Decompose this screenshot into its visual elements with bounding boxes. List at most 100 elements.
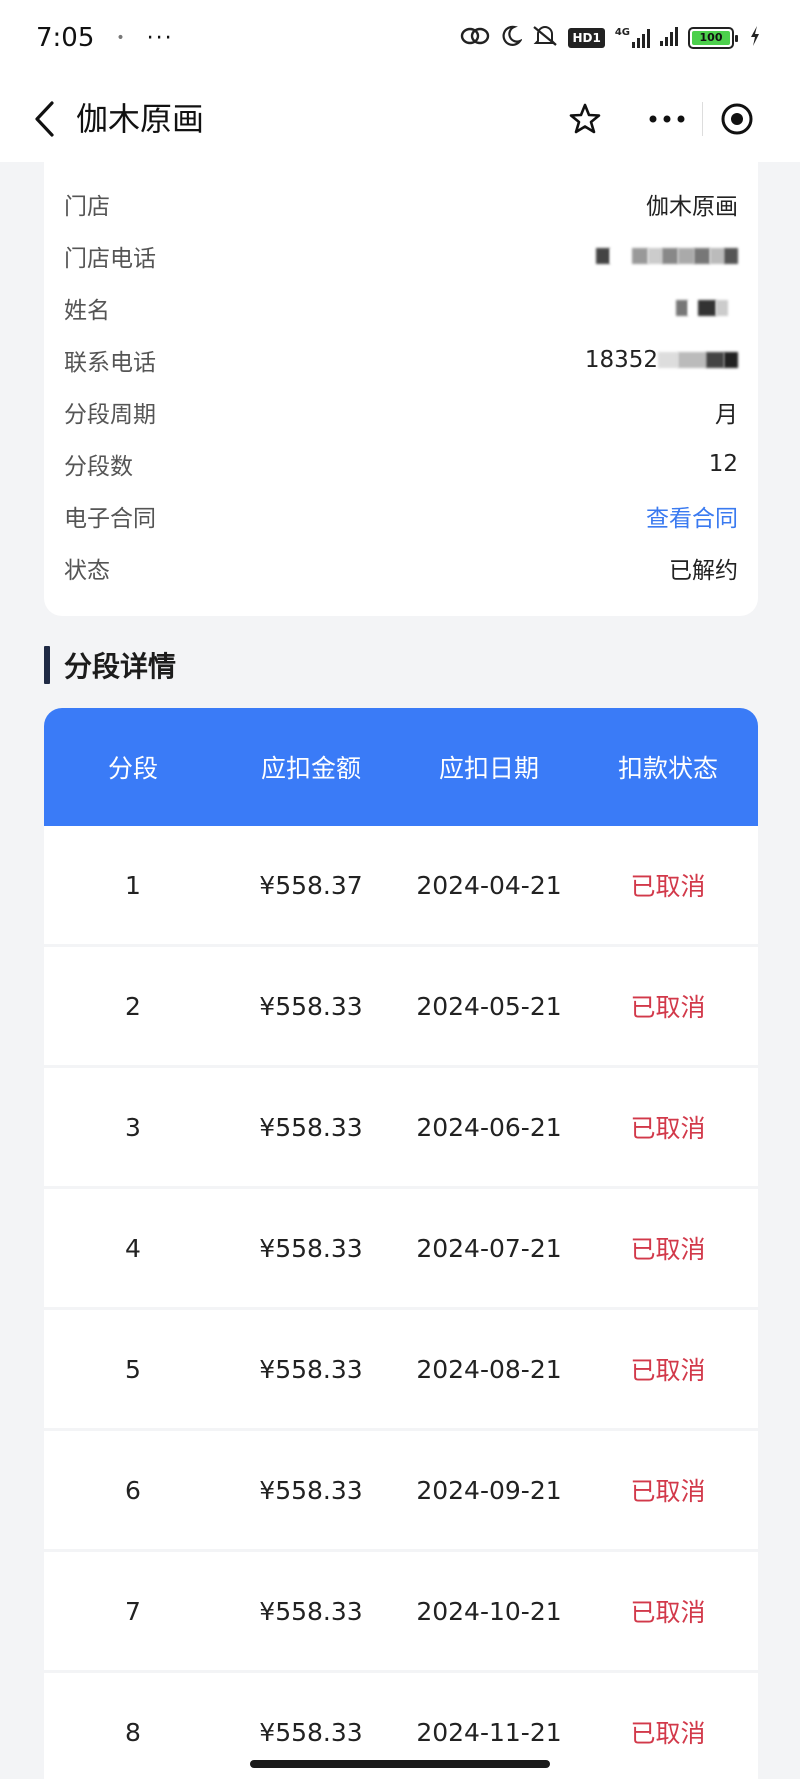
info-label: 电子合同: [64, 506, 156, 532]
info-value: 伽木原画: [646, 194, 738, 220]
info-label: 分段数: [64, 454, 133, 480]
installment-table: 分段 应扣金额 应扣日期 扣款状态 1 ¥558.37 2024-04-21 已…: [44, 708, 758, 1779]
signal-icon: [660, 26, 678, 51]
star-icon: [569, 103, 601, 134]
cell-date: 2024-07-21: [416, 1233, 562, 1263]
info-row-cycle: 分段周期 月: [64, 392, 738, 432]
cell-amount: ¥558.33: [259, 1112, 363, 1142]
status-bar: 7:05 • ··· HD1 4G 100: [0, 0, 800, 76]
cell-date: 2024-10-21: [416, 1596, 562, 1626]
table-row: 6 ¥558.33 2024-09-21 已取消: [44, 1431, 758, 1549]
cell-index: 2: [125, 991, 141, 1021]
info-row-store: 门店 伽木原画: [64, 184, 738, 224]
info-value: 18352: [584, 347, 658, 373]
cell-status: 已取消: [630, 1719, 706, 1748]
redacted-value: [676, 300, 728, 316]
section-title: 分段详情: [44, 646, 176, 684]
home-indicator[interactable]: [250, 1760, 550, 1768]
favorite-button[interactable]: [562, 96, 608, 142]
cell-status: 已取消: [630, 1235, 706, 1264]
header-cell: 应扣金额: [260, 754, 361, 783]
mute-icon: [532, 25, 558, 52]
redacted-value: [596, 248, 738, 264]
signal-icon: 4G: [615, 28, 650, 48]
table-row: 1 ¥558.37 2024-04-21 已取消: [44, 826, 758, 944]
cell-amount: ¥558.33: [259, 1354, 363, 1384]
info-label: 门店电话: [64, 246, 156, 272]
header-cell: 应扣日期: [438, 754, 539, 783]
view-contract-link[interactable]: 查看合同: [646, 499, 738, 533]
notification-dot-icon: •: [116, 30, 125, 46]
table-row: 7 ¥558.33 2024-10-21 已取消: [44, 1552, 758, 1670]
back-button[interactable]: [22, 96, 66, 142]
cell-amount: ¥558.37: [259, 870, 363, 900]
cell-index: 6: [125, 1475, 141, 1505]
network-label: 4G: [614, 27, 630, 38]
info-label: 门店: [64, 194, 110, 220]
cell-status: 已取消: [630, 1598, 706, 1627]
contract-info-card: 门店 伽木原画 门店电话 姓名 联系电话 18352 分段周期 月 分段数 12…: [44, 162, 758, 616]
cell-date: 2024-09-21: [416, 1475, 562, 1505]
cell-date: 2024-05-21: [416, 991, 562, 1021]
info-row-store-phone: 门店电话: [64, 236, 738, 276]
moon-icon: [500, 25, 524, 52]
status-left: 7:05 • ···: [36, 23, 174, 53]
cell-status: 已取消: [630, 993, 706, 1022]
header-cell: 扣款状态: [617, 754, 718, 783]
info-label: 姓名: [64, 298, 110, 324]
charging-icon: [750, 25, 760, 51]
info-value: 月: [715, 402, 738, 428]
cell-amount: ¥558.33: [259, 1233, 363, 1263]
header-cell: 分段: [107, 754, 158, 783]
close-miniprogram-button[interactable]: [703, 102, 773, 136]
cell-status: 已取消: [630, 1356, 706, 1385]
section-title-text: 分段详情: [64, 650, 177, 683]
battery-level: 100: [692, 31, 730, 45]
table-row: 3 ¥558.33 2024-06-21 已取消: [44, 1068, 758, 1186]
status-more-icon: ···: [146, 25, 174, 51]
cell-index: 5: [125, 1354, 141, 1384]
table-row: 5 ¥558.33 2024-08-21 已取消: [44, 1310, 758, 1428]
nav-bar: 伽木原画: [0, 76, 800, 162]
info-value: 12: [708, 451, 738, 477]
status-value: 已解约: [669, 558, 738, 584]
redacted-value: [658, 352, 738, 368]
target-icon: [721, 103, 753, 135]
cell-date: 2024-04-21: [416, 870, 562, 900]
info-row-contact-phone: 联系电话 18352: [64, 340, 738, 380]
cell-date: 2024-08-21: [416, 1354, 562, 1384]
table-row: 2 ¥558.33 2024-05-21 已取消: [44, 947, 758, 1065]
link-icon: [460, 25, 490, 52]
info-row-contract: 电子合同 查看合同: [64, 496, 738, 536]
status-right: HD1 4G 100: [460, 25, 760, 52]
table-header: 分段 应扣金额 应扣日期 扣款状态: [44, 708, 758, 826]
more-button[interactable]: [632, 115, 702, 123]
info-row-name: 姓名: [64, 288, 738, 328]
info-row-count: 分段数 12: [64, 444, 738, 484]
hd-icon: HD1: [568, 28, 605, 48]
cell-index: 1: [125, 870, 141, 900]
cell-amount: ¥558.33: [259, 1596, 363, 1626]
cell-amount: ¥558.33: [259, 991, 363, 1021]
status-time: 7:05: [36, 23, 95, 53]
cell-index: 7: [125, 1596, 141, 1626]
cell-amount: ¥558.33: [259, 1717, 363, 1747]
info-label: 联系电话: [64, 350, 156, 376]
menu-capsule: [632, 88, 772, 150]
section-accent-bar: [44, 646, 50, 684]
cell-amount: ¥558.33: [259, 1475, 363, 1505]
cell-index: 8: [125, 1717, 141, 1747]
cell-status: 已取消: [630, 1114, 706, 1143]
info-row-status: 状态 已解约: [64, 548, 738, 588]
cell-index: 4: [125, 1233, 141, 1263]
cell-date: 2024-06-21: [416, 1112, 562, 1142]
cell-status: 已取消: [630, 872, 706, 901]
chevron-left-icon: [35, 101, 54, 137]
info-label: 分段周期: [64, 402, 156, 428]
table-row: 4 ¥558.33 2024-07-21 已取消: [44, 1189, 758, 1307]
more-icon: [649, 115, 685, 123]
battery-icon: 100: [688, 27, 738, 49]
page-title: 伽木原画: [76, 100, 205, 138]
info-label: 状态: [64, 558, 110, 584]
cell-status: 已取消: [630, 1477, 706, 1506]
